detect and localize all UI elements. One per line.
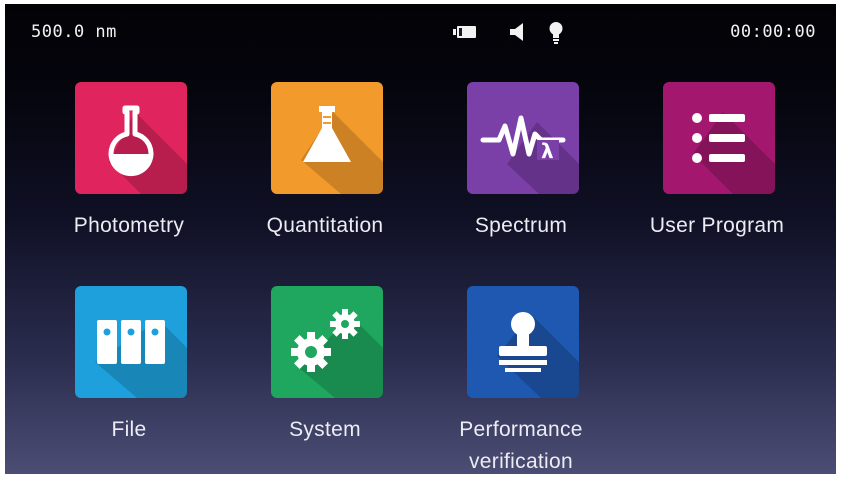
home-screen: 500.0 nm 00:00:00 Photometry Quantitatio… xyxy=(5,4,836,474)
file-binders-icon xyxy=(75,286,187,398)
app-file[interactable]: File xyxy=(39,286,219,474)
app-label: Spectrum xyxy=(474,214,568,237)
stamp-icon xyxy=(467,286,579,398)
app-label: File xyxy=(111,418,147,441)
app-photometry[interactable]: Photometry xyxy=(39,82,219,272)
app-spectrum[interactable]: λ Spectrum xyxy=(431,82,611,272)
svg-text:λ: λ xyxy=(541,139,554,163)
wavelength-readout: 500.0 nm xyxy=(31,22,117,42)
app-label-line2: verification xyxy=(469,450,573,473)
speaker-icon xyxy=(510,23,526,46)
app-label-line1: Performance xyxy=(459,418,583,441)
lamp-icon xyxy=(549,22,563,49)
app-user-program[interactable]: User Program xyxy=(627,82,807,272)
app-label: Quantitation xyxy=(266,214,384,237)
app-quantitation[interactable]: Quantitation xyxy=(235,82,415,272)
gears-icon xyxy=(271,286,383,398)
battery-icon xyxy=(453,25,477,44)
spectrum-wave-icon: λ xyxy=(467,82,579,194)
clock: 00:00:00 xyxy=(730,22,816,42)
app-system[interactable]: System xyxy=(235,286,415,474)
app-label: User Program xyxy=(649,214,785,237)
list-icon xyxy=(663,82,775,194)
app-label: Photometry xyxy=(73,214,185,237)
app-performance-verification[interactable]: Performance verification xyxy=(431,286,611,474)
app-label: System xyxy=(289,418,361,441)
erlenmeyer-flask-icon xyxy=(271,82,383,194)
status-bar: 500.0 nm 00:00:00 xyxy=(5,4,836,56)
app-label: Performance verification xyxy=(411,414,631,474)
flask-icon xyxy=(75,82,187,194)
